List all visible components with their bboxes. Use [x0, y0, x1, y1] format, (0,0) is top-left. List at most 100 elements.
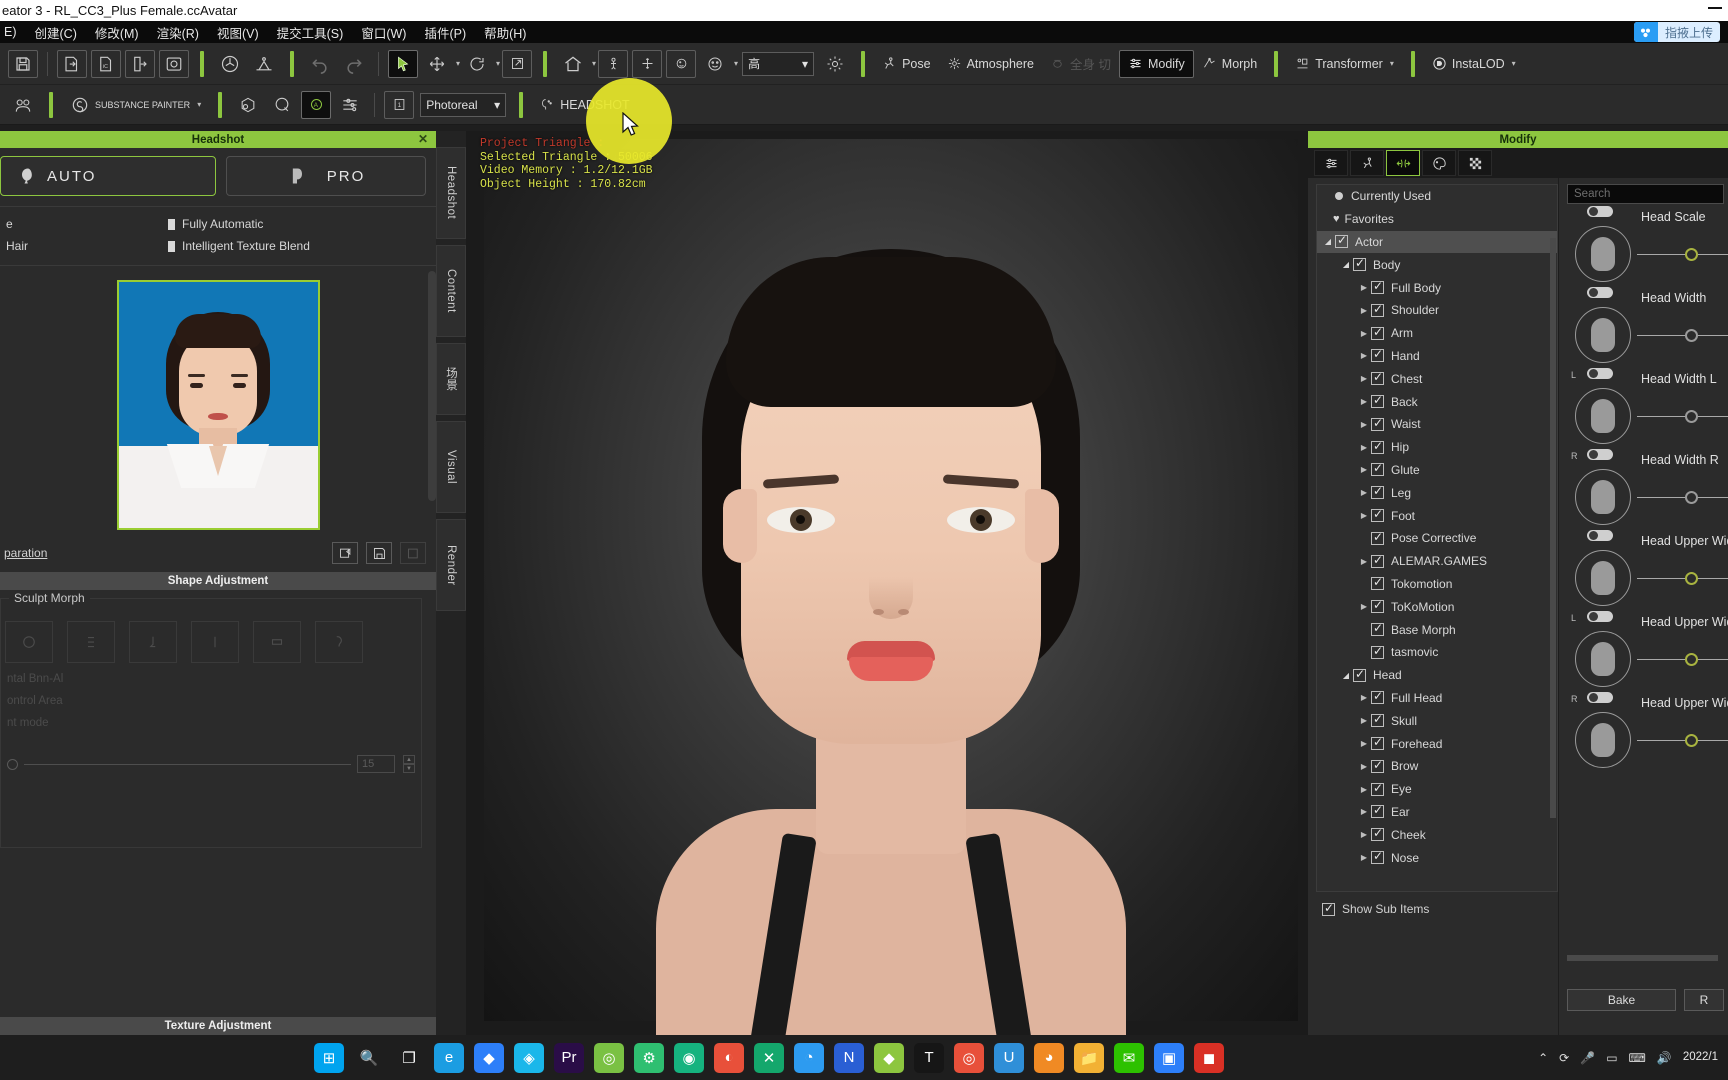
expression-icon[interactable] — [700, 50, 730, 78]
tree-row[interactable]: ▶ Shoulder — [1317, 299, 1557, 322]
slider-dial[interactable] — [1575, 307, 1631, 363]
slider-pill-toggle[interactable] — [1587, 449, 1613, 460]
clock[interactable]: 2022/1 — [1683, 1051, 1718, 1064]
morph-nose-icon[interactable] — [129, 621, 177, 663]
substance-painter-button[interactable]: SUBSTANCE PAINTER ▾ — [62, 91, 209, 119]
tree-row[interactable]: ▶ Glute — [1317, 459, 1557, 482]
menu-item-view[interactable]: 视图(V) — [208, 23, 268, 42]
tree-arrow-icon[interactable]: ▶ — [1357, 739, 1371, 748]
app-teal-icon[interactable]: ◈ — [514, 1042, 545, 1073]
tree-checkbox[interactable] — [1371, 712, 1384, 728]
tree-checkbox[interactable] — [1371, 507, 1384, 523]
tree-row[interactable]: ▶ Nose — [1317, 846, 1557, 869]
left-panel-scrollbar[interactable] — [428, 271, 436, 501]
vtab-scene[interactable]: 场景 — [436, 343, 466, 415]
render-mode-select[interactable]: Photoreal ▾ — [420, 92, 507, 117]
tree-arrow-icon[interactable]: ▶ — [1357, 488, 1371, 497]
tree-row[interactable]: ▶ Skull — [1317, 709, 1557, 732]
tree-row[interactable]: ▶ Eye — [1317, 778, 1557, 801]
tree-row[interactable]: ▶ ALEMAR.GAMES — [1317, 550, 1557, 573]
slider-track[interactable] — [1637, 497, 1728, 498]
morph-ear-icon[interactable] — [315, 621, 363, 663]
morph-mouth-icon[interactable] — [191, 621, 239, 663]
task-view-icon[interactable]: ❐ — [394, 1043, 424, 1073]
tree-row[interactable]: ▶ Arm — [1317, 322, 1557, 345]
tree-row[interactable]: ▶ Hip — [1317, 436, 1557, 459]
slider-track[interactable] — [1637, 659, 1728, 660]
tree-row[interactable]: ▶ ToKoMotion — [1317, 595, 1557, 618]
morph-slider[interactable]: Head Width — [1567, 285, 1728, 366]
instalod-caret-icon[interactable]: ▾ — [1512, 59, 1516, 68]
export-icon[interactable] — [125, 49, 155, 78]
tree-row[interactable]: ▶ Foot — [1317, 504, 1557, 527]
tree-arrow-icon[interactable]: ◢ — [1339, 260, 1353, 269]
tree-arrow-icon[interactable]: ▶ — [1357, 762, 1371, 771]
slider-dial[interactable] — [1575, 226, 1631, 282]
sculpt-slider-knob[interactable] — [7, 758, 18, 770]
scale-tool-icon[interactable] — [502, 49, 533, 78]
slider-pill-toggle[interactable] — [1587, 692, 1613, 703]
tree-arrow-icon[interactable]: ▶ — [1357, 693, 1371, 702]
morph-slider[interactable]: R Head Width R — [1567, 447, 1728, 528]
tree-checkbox[interactable] — [1371, 347, 1384, 363]
3d-viewport[interactable]: Project Triangle : Selected Triangle : 5… — [466, 131, 1308, 1035]
vtab-render[interactable]: Render — [436, 519, 466, 611]
dark-app-icon[interactable]: T — [914, 1042, 945, 1073]
search-input[interactable]: Search — [1567, 184, 1724, 204]
tree-row[interactable]: tasmovic — [1317, 641, 1557, 664]
home-view-icon[interactable] — [558, 50, 588, 78]
tree-arrow-icon[interactable]: ▶ — [1357, 420, 1371, 429]
sculpt-slider-stepper[interactable]: ▲ ▼ — [403, 755, 415, 773]
vtab-content[interactable]: Content — [436, 245, 466, 337]
tree-row[interactable]: Tokomotion — [1317, 573, 1557, 596]
tree-checkbox[interactable] — [1371, 758, 1384, 773]
home-view-caret-icon[interactable]: ▾ — [592, 59, 596, 68]
tree-checkbox[interactable] — [1371, 370, 1384, 386]
headshot-option-right-1[interactable]: Fully Automatic — [168, 217, 263, 231]
stepper-down-icon[interactable]: ▼ — [403, 764, 415, 773]
save-icon[interactable] — [8, 49, 38, 78]
slider-knob[interactable] — [1685, 653, 1698, 666]
tree-row[interactable]: Currently Used — [1317, 185, 1557, 208]
menu-item-render[interactable]: 渲染(R) — [148, 23, 208, 42]
app-n-icon[interactable]: N — [834, 1042, 865, 1073]
import-icon[interactable]: iC — [91, 49, 121, 78]
chrome-icon[interactable]: ◎ — [954, 1042, 985, 1073]
slider-horizontal-scrollbar[interactable] — [1567, 955, 1718, 961]
light-setting-icon[interactable] — [267, 91, 297, 119]
tree-arrow-icon[interactable]: ▶ — [1357, 351, 1371, 360]
tree-arrow-icon[interactable]: ▶ — [1357, 306, 1371, 315]
tree-arrow-icon[interactable]: ▶ — [1357, 830, 1371, 839]
skin-gen-icon[interactable] — [8, 91, 38, 119]
viewport-canvas[interactable] — [484, 139, 1298, 1035]
tab-texture[interactable] — [1458, 150, 1492, 176]
move-tool-caret-icon[interactable]: ▾ — [456, 59, 460, 68]
tree-row[interactable]: ▶ Forehead — [1317, 732, 1557, 755]
tab-material[interactable] — [1422, 150, 1456, 176]
tree-row[interactable]: ♥ Favorites — [1317, 208, 1557, 231]
settings-icon[interactable]: ⚙ — [634, 1042, 665, 1073]
pose-button[interactable]: Pose — [874, 50, 939, 78]
transformer-caret-icon[interactable]: ▾ — [1390, 59, 1394, 68]
tree-row[interactable]: ◢ Actor — [1317, 230, 1557, 254]
headshot-option-right-2[interactable]: Intelligent Texture Blend — [168, 239, 310, 253]
menu-item-window[interactable]: 窗口(W) — [352, 23, 415, 42]
chevron-up-icon[interactable]: ⌃ — [1538, 1051, 1548, 1065]
menu-item-help[interactable]: 帮助(H) — [475, 23, 535, 42]
slider-track[interactable] — [1637, 740, 1728, 741]
tree-row[interactable]: ▶ Full Head — [1317, 687, 1557, 710]
render-settings-icon[interactable] — [335, 91, 365, 119]
tree-checkbox[interactable] — [1371, 439, 1384, 454]
morph-tree-scrollbar[interactable] — [1550, 238, 1556, 818]
tree-arrow-icon[interactable]: ▶ — [1357, 807, 1371, 816]
stepper-up-icon[interactable]: ▲ — [403, 755, 415, 764]
checkbox-texture-blend-icon[interactable] — [168, 240, 175, 252]
tree-checkbox[interactable] — [1371, 461, 1384, 477]
tree-checkbox[interactable] — [1371, 689, 1384, 705]
tree-checkbox[interactable] — [1371, 416, 1384, 431]
app-orange-icon[interactable]: ◕ — [1034, 1042, 1065, 1073]
fit-character-icon[interactable] — [598, 49, 629, 78]
extra-icon[interactable] — [400, 542, 426, 564]
morph-slider[interactable]: R Head Upper Width R — [1567, 690, 1728, 771]
tree-row[interactable]: ▶ Brow — [1317, 755, 1557, 778]
